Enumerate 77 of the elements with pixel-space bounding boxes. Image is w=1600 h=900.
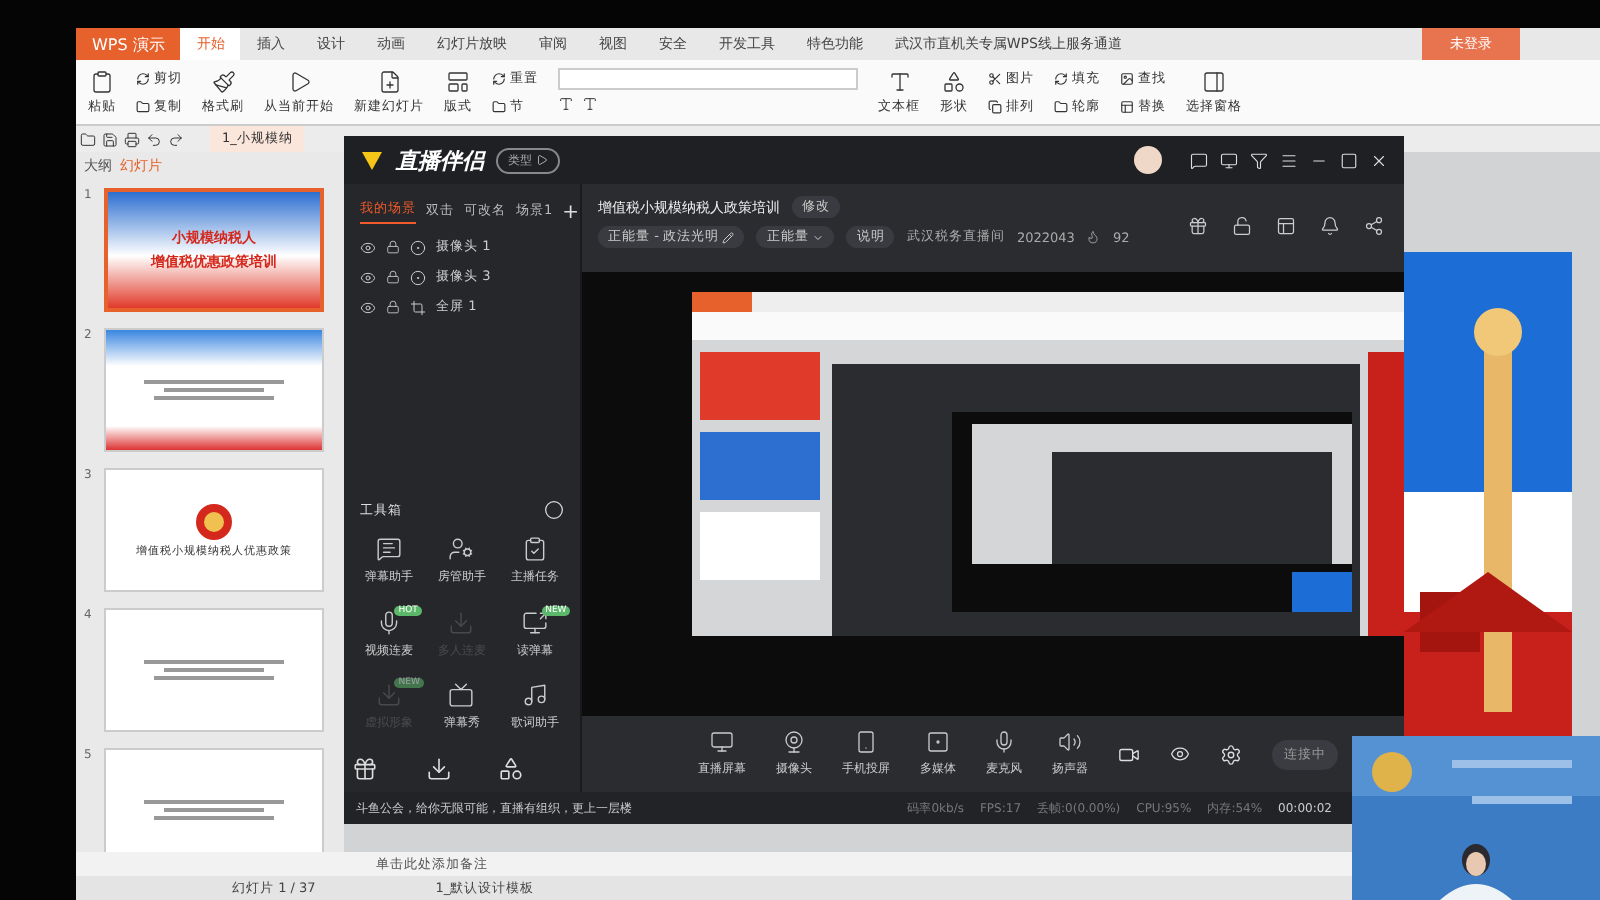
avatar-icon[interactable] xyxy=(1134,146,1162,174)
gift-icon[interactable] xyxy=(352,755,378,781)
control-icon xyxy=(782,730,806,754)
pencil-icon xyxy=(722,231,735,243)
ribbon-icon xyxy=(988,99,1002,113)
ribbon-icon xyxy=(90,69,114,93)
tool-icon xyxy=(522,536,549,562)
control-icon xyxy=(992,730,1016,754)
control-icon xyxy=(710,730,734,754)
ribbon-icon xyxy=(287,69,311,93)
tool-icon xyxy=(375,609,402,635)
share-icon[interactable] xyxy=(1364,216,1384,236)
ribbon-icon xyxy=(211,69,235,93)
bell-icon[interactable] xyxy=(1320,216,1340,236)
control-icon xyxy=(1058,730,1082,754)
ribbon-icon xyxy=(1054,71,1068,85)
monitor-icon[interactable] xyxy=(1220,151,1238,169)
tool-icon xyxy=(375,682,402,708)
flame-icon xyxy=(1086,230,1101,244)
settings-icon[interactable] xyxy=(1220,743,1242,765)
font-field[interactable] xyxy=(558,68,858,90)
play-icon xyxy=(536,154,548,166)
slide-thumbnail[interactable] xyxy=(104,748,324,852)
tool-icon xyxy=(522,609,549,635)
ribbon-icon xyxy=(492,99,506,113)
record-icon[interactable] xyxy=(1118,743,1140,765)
ribbon-icon xyxy=(492,71,506,85)
ribbon-icon xyxy=(942,69,966,93)
slide-thumbnail[interactable] xyxy=(104,328,324,452)
text-color-icon[interactable] xyxy=(582,96,598,112)
control-icon xyxy=(854,730,878,754)
tool-icon xyxy=(375,536,402,562)
ribbon-icon xyxy=(1120,99,1134,113)
tool-icon xyxy=(448,536,475,562)
ribbon-icon xyxy=(887,69,911,93)
download-icon[interactable] xyxy=(425,755,452,781)
save-icon[interactable] xyxy=(102,131,118,147)
layout-icon[interactable] xyxy=(1276,216,1296,236)
unlock-icon[interactable] xyxy=(1232,216,1252,236)
caret-icon xyxy=(812,231,825,243)
eye-icon[interactable] xyxy=(360,299,376,315)
lock-icon[interactable] xyxy=(386,270,400,284)
shapes-icon[interactable] xyxy=(498,755,525,781)
ribbon-icon xyxy=(377,69,401,93)
slide-thumbnail[interactable] xyxy=(104,608,324,732)
lock-icon[interactable] xyxy=(386,240,400,254)
filter-icon[interactable] xyxy=(1250,151,1268,169)
eye-icon[interactable] xyxy=(360,269,376,285)
gift-icon[interactable] xyxy=(1188,216,1208,236)
eye-icon[interactable] xyxy=(1170,744,1190,764)
message-icon[interactable] xyxy=(1190,151,1208,169)
screen-icon xyxy=(410,299,426,315)
open-icon[interactable] xyxy=(80,131,96,147)
logo-icon xyxy=(360,148,384,172)
tool-icon xyxy=(522,682,549,708)
ribbon-icon xyxy=(136,99,150,113)
lock-icon[interactable] xyxy=(386,300,400,314)
ribbon-icon xyxy=(1120,71,1134,85)
control-icon xyxy=(926,730,950,754)
add-scene-button[interactable]: + xyxy=(562,201,580,223)
ribbon-icon xyxy=(988,71,1002,85)
ribbon-icon xyxy=(1054,99,1068,113)
print-icon[interactable] xyxy=(124,131,140,147)
undo-icon[interactable] xyxy=(146,131,162,147)
menu-icon[interactable] xyxy=(1280,151,1298,169)
ribbon-icon xyxy=(1202,69,1226,93)
app-logo: 直播伴侣 xyxy=(396,145,484,175)
ribbon-icon xyxy=(446,69,470,93)
maximize-icon[interactable] xyxy=(1340,151,1358,169)
close-icon[interactable] xyxy=(1370,151,1388,169)
emblem-icon xyxy=(196,503,232,539)
ribbon-icon xyxy=(136,71,150,85)
tool-icon xyxy=(448,609,475,635)
tool-icon xyxy=(448,682,475,708)
redo-icon[interactable] xyxy=(168,131,184,147)
eye-icon[interactable] xyxy=(360,239,376,255)
font-style-icon[interactable] xyxy=(558,96,574,112)
